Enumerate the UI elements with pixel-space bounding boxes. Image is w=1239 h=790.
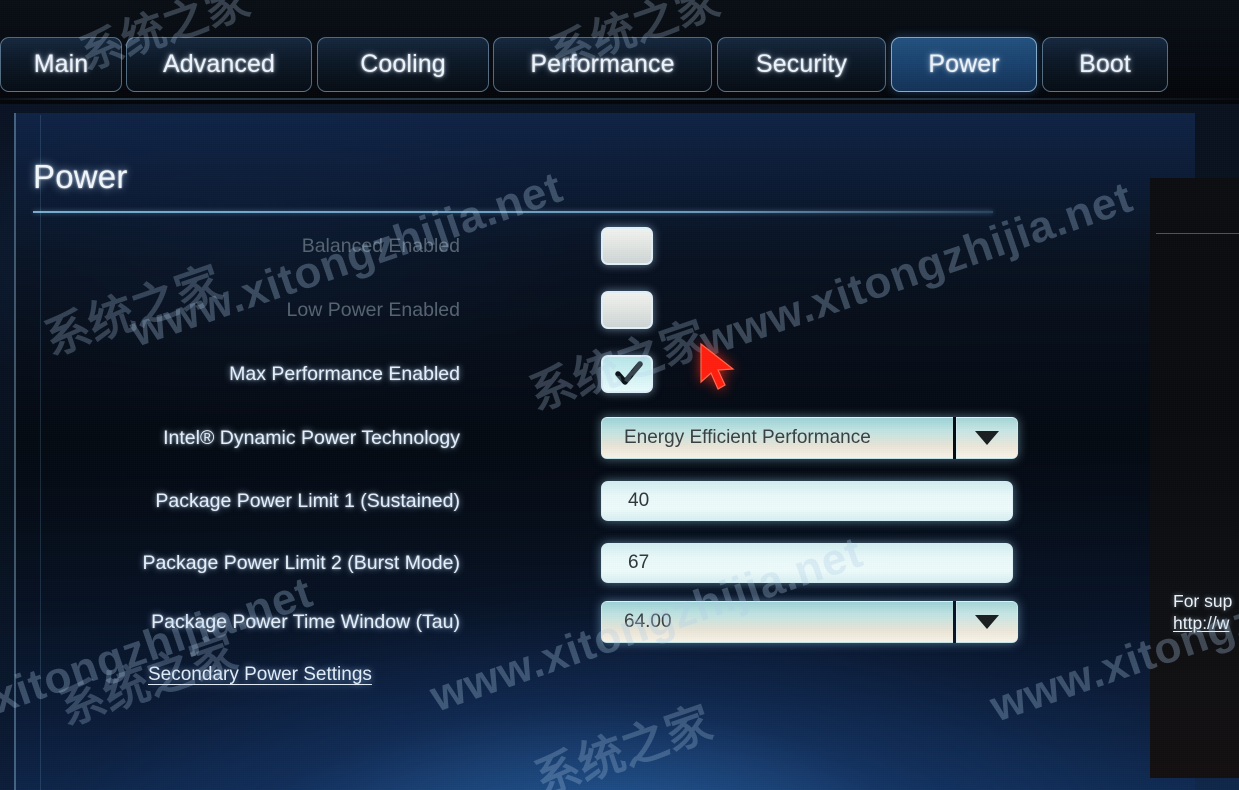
tab-performance[interactable]: Performance — [493, 37, 712, 92]
combobox-value-package-power-time-window[interactable]: 64.00 — [601, 601, 953, 643]
combobox-value-intel-dynamic-power-technology[interactable]: Energy Efficient Performance — [601, 417, 953, 459]
combobox-package-power-time-window[interactable]: 64.00 — [601, 601, 1018, 643]
secondary-power-settings-link[interactable]: Secondary Power Settings — [148, 664, 372, 686]
control-wrap-package-power-limit-2: 67 — [601, 543, 1013, 583]
tab-cooling[interactable]: Cooling — [317, 37, 489, 92]
tab-bar-strip: Main Advanced Cooling Performance Security Po… — [0, 37, 1239, 92]
help-panel — [1150, 178, 1239, 778]
tab-bar-underline — [0, 98, 1239, 100]
checkbox-balanced-enabled[interactable] — [601, 227, 653, 265]
control-wrap-package-power-time-window: 64.00 — [601, 601, 1018, 643]
label-package-power-limit-1: Package Power Limit 1 (Sustained) — [155, 489, 460, 512]
row-intel-dynamic-power-technology: Intel® Dynamic Power Technology Energy Ef… — [0, 416, 1040, 460]
row-package-power-limit-2: Package Power Limit 2 (Burst Mode) 67 — [0, 541, 1040, 585]
row-max-performance-enabled: Max Performance Enabled — [0, 352, 1040, 396]
title-divider — [33, 211, 993, 213]
row-package-power-limit-1: Package Power Limit 1 (Sustained) 40 — [0, 479, 1040, 523]
chevron-down-icon[interactable] — [956, 601, 1018, 643]
checkbox-low-power-enabled[interactable] — [601, 291, 653, 329]
triangle-down-glyph — [975, 615, 999, 629]
control-wrap-low-power-enabled — [601, 291, 653, 329]
control-wrap-max-performance-enabled — [601, 355, 653, 393]
checkbox-max-performance-enabled[interactable] — [601, 355, 653, 393]
help-support-link[interactable]: http://w — [1173, 613, 1229, 634]
input-package-power-limit-1[interactable]: 40 — [601, 481, 1013, 521]
row-package-power-time-window: Package Power Time Window (Tau) 64.00 — [0, 600, 1040, 644]
triangle-down-glyph — [975, 431, 999, 445]
tab-security[interactable]: Security — [717, 37, 886, 92]
label-package-power-limit-2: Package Power Limit 2 (Burst Mode) — [142, 551, 460, 574]
page-title: Power — [33, 158, 128, 195]
tab-power[interactable]: Power — [891, 37, 1037, 92]
help-support-text: For sup — [1173, 591, 1233, 611]
chevron-down-icon[interactable] — [956, 417, 1018, 459]
tab-bar: Main Advanced Cooling Performance Security Po… — [0, 0, 1239, 104]
combobox-intel-dynamic-power-technology[interactable]: Energy Efficient Performance — [601, 417, 1018, 459]
row-low-power-enabled: Low Power Enabled — [0, 288, 1040, 332]
control-wrap-package-power-limit-1: 40 — [601, 481, 1013, 521]
label-balanced-enabled: Balanced Enabled — [301, 234, 460, 257]
label-max-performance-enabled: Max Performance Enabled — [229, 362, 460, 385]
tab-main[interactable]: Main — [0, 37, 122, 92]
input-package-power-limit-2[interactable]: 67 — [601, 543, 1013, 583]
mouse-cursor-arrow — [700, 342, 735, 390]
bios-setup-screen: Main Advanced Cooling Performance Security Po… — [0, 0, 1239, 790]
tab-advanced[interactable]: Advanced — [126, 37, 312, 92]
row-balanced-enabled: Balanced Enabled — [0, 224, 1040, 268]
label-intel-dynamic-power-technology: Intel® Dynamic Power Technology — [163, 426, 460, 449]
tab-boot[interactable]: Boot — [1042, 37, 1168, 92]
control-wrap-balanced-enabled — [601, 227, 653, 265]
help-panel-divider — [1156, 233, 1239, 234]
label-package-power-time-window: Package Power Time Window (Tau) — [151, 610, 460, 633]
label-low-power-enabled: Low Power Enabled — [286, 298, 460, 321]
checkmark-icon — [615, 361, 643, 385]
control-wrap-intel-dynamic-power-technology: Energy Efficient Performance — [601, 417, 1018, 459]
